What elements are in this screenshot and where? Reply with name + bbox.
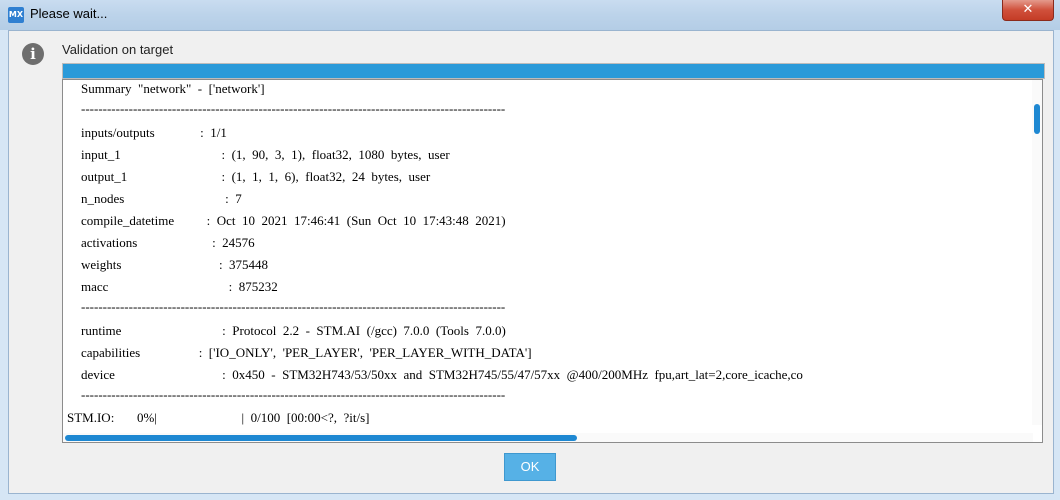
console-line: runtime : Protocol 2.2 - STM.AI (/gcc) 7… — [81, 323, 506, 338]
ok-button[interactable]: OK — [504, 453, 556, 481]
console-line: ----------------------------------------… — [81, 387, 506, 402]
console-line: activations : 24576 — [81, 235, 255, 250]
console-line: STM.IO: 0%| | 0/100 [00:00<?, ?it/s] — [67, 410, 370, 425]
console-line: Summary "network" - ['network'] — [81, 81, 265, 96]
console-line: macc : 875232 — [81, 279, 278, 294]
title-bar[interactable]: MX Please wait... ✕ — [0, 0, 1060, 30]
console-line: output_1 : (1, 1, 1, 6), float32, 24 byt… — [81, 169, 431, 184]
console-line: ----------------------------------------… — [81, 299, 506, 314]
close-button[interactable]: ✕ — [1002, 0, 1054, 21]
console-line: capabilities : ['IO_ONLY', 'PER_LAYER', … — [81, 345, 532, 360]
status-label: Validation on target — [62, 42, 174, 57]
progress-bar — [62, 63, 1045, 79]
app-icon: MX — [8, 7, 24, 23]
vertical-scrollbar-thumb[interactable] — [1034, 104, 1040, 134]
dialog-body: i Validation on target Summary "network"… — [8, 30, 1054, 494]
console-line: inputs/outputs : 1/1 — [81, 125, 227, 140]
console-line: ----------------------------------------… — [81, 101, 506, 116]
window-title: Please wait... — [30, 6, 108, 21]
horizontal-scrollbar-thumb[interactable] — [65, 435, 577, 441]
console-line: compile_datetime : Oct 10 2021 17:46:41 … — [81, 213, 506, 228]
console-line: input_1 : (1, 90, 3, 1), float32, 1080 b… — [81, 147, 450, 162]
console-text-area[interactable]: Summary "network" - ['network'] --------… — [63, 80, 1033, 425]
console-line: weights : 375448 — [81, 257, 269, 272]
progress-fill — [63, 64, 1044, 78]
console-line: device : 0x450 - STM32H743/53/50xx and S… — [81, 367, 803, 382]
console-output[interactable]: Summary "network" - ['network'] --------… — [62, 79, 1043, 443]
console-line: n_nodes : 7 — [81, 191, 242, 206]
horizontal-scrollbar[interactable] — [63, 433, 1033, 442]
info-icon: i — [22, 43, 44, 65]
vertical-scrollbar[interactable] — [1032, 80, 1042, 425]
